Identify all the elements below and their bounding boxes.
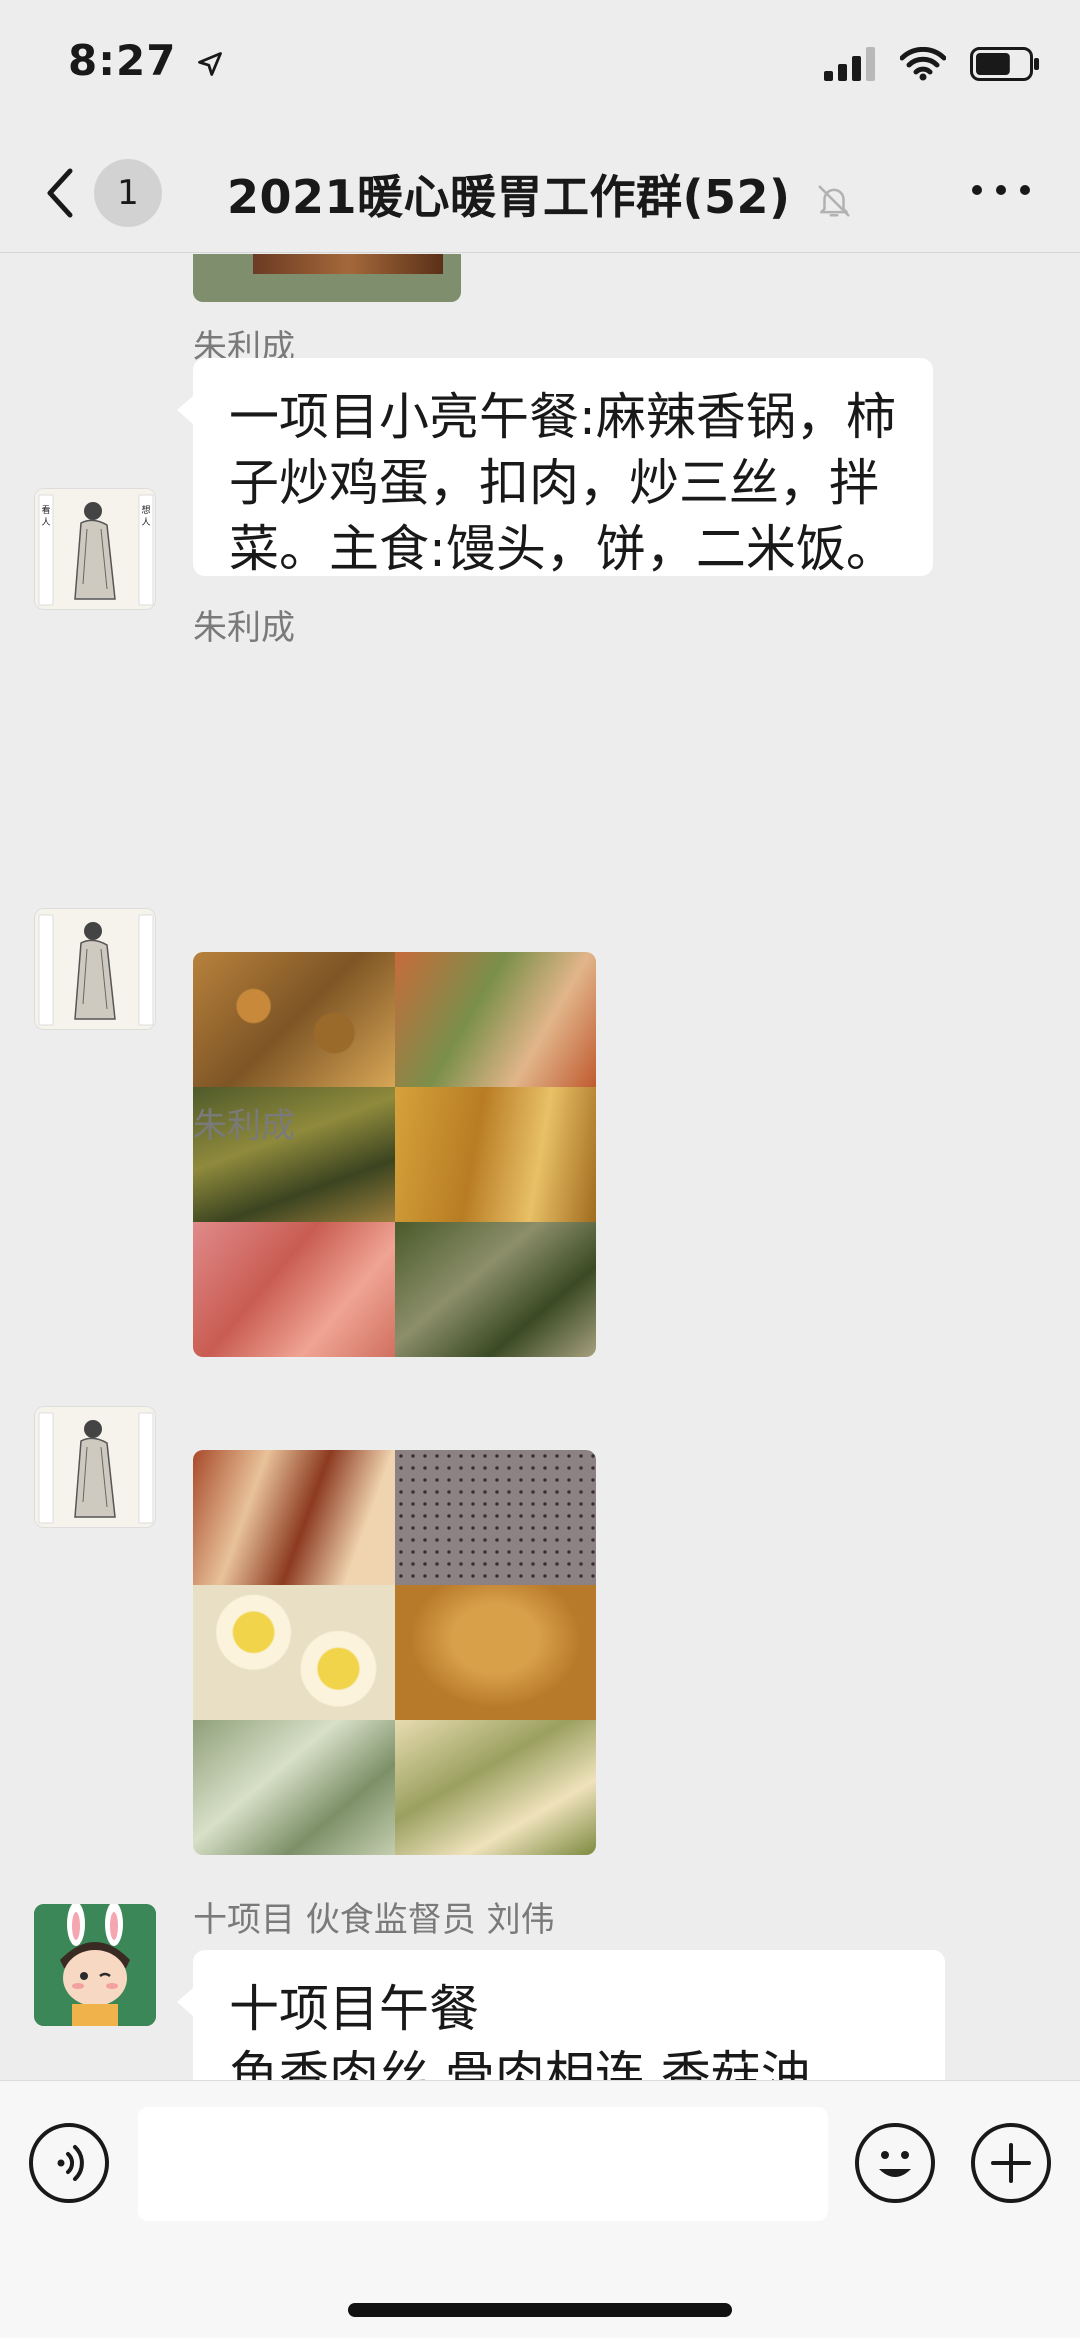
dot-icon bbox=[996, 185, 1006, 195]
previous-image-message[interactable] bbox=[193, 254, 461, 302]
message-input[interactable] bbox=[138, 2107, 828, 2221]
avatar[interactable] bbox=[34, 908, 156, 1030]
mute-bell-icon bbox=[818, 184, 850, 217]
avatar[interactable] bbox=[34, 1406, 156, 1528]
scroll-painting-avatar-icon: 看 人 想 人 bbox=[35, 489, 155, 609]
status-time: 8:27 bbox=[68, 36, 224, 85]
food-photo bbox=[193, 1585, 395, 1720]
message-input-bar bbox=[0, 2080, 1080, 2338]
location-arrow-icon bbox=[198, 51, 222, 76]
food-photo bbox=[394, 952, 596, 1087]
image-message[interactable] bbox=[193, 1450, 596, 1855]
svg-text:人: 人 bbox=[41, 517, 50, 528]
message-text: 鱼香肉丝 骨肉相连 香菇油 bbox=[229, 2046, 811, 2080]
voice-wave-icon bbox=[57, 2145, 84, 2181]
message-text: 十项目午餐 bbox=[229, 1980, 479, 2038]
chat-message-list[interactable]: 星期三 下午12:21 看 人 想 人 朱利成 一项目小亮午餐:麻辣香锅，柿子炒… bbox=[0, 254, 1080, 2080]
dot-icon bbox=[1020, 185, 1030, 195]
food-photo bbox=[193, 1222, 395, 1357]
food-photo bbox=[394, 1222, 596, 1357]
food-photo bbox=[394, 1720, 596, 1855]
plus-icon bbox=[991, 2143, 1031, 2183]
text-message-bubble[interactable]: 一项目小亮午餐:麻辣香锅，柿子炒鸡蛋，扣肉，炒三丝，拌菜。主食:馒头，饼，二米饭… bbox=[177, 358, 933, 578]
scroll-painting-avatar-icon bbox=[35, 909, 155, 1029]
battery-icon bbox=[970, 47, 1039, 81]
avatar[interactable]: 看 人 想 人 bbox=[34, 488, 156, 610]
smiley-face-icon bbox=[879, 2151, 911, 2177]
svg-text:人: 人 bbox=[141, 517, 150, 528]
voice-input-button[interactable] bbox=[29, 2123, 109, 2203]
svg-text:看: 看 bbox=[41, 504, 50, 516]
emoji-button[interactable] bbox=[855, 2123, 935, 2203]
cellular-signal-icon bbox=[824, 47, 875, 81]
status-indicators bbox=[824, 44, 1040, 84]
food-photo bbox=[193, 952, 395, 1087]
more-options-button[interactable] bbox=[972, 185, 1030, 195]
food-photo bbox=[193, 1450, 395, 1585]
wifi-icon bbox=[900, 47, 946, 81]
cartoon-bunny-avatar-icon bbox=[34, 1904, 156, 2026]
chat-title: 2021暖心暖胃工作群(52) bbox=[0, 161, 1080, 227]
food-photo bbox=[394, 1450, 596, 1585]
food-photo bbox=[394, 1087, 596, 1222]
svg-text:想: 想 bbox=[141, 504, 150, 516]
dot-icon bbox=[972, 185, 982, 195]
status-bar: 8:27 bbox=[0, 0, 1080, 135]
text-message-bubble[interactable]: 十项目午餐 鱼香肉丝 骨肉相连 香菇油 bbox=[177, 1950, 945, 2080]
scroll-painting-avatar-icon bbox=[35, 1407, 155, 1527]
message-text: 一项目小亮午餐:麻辣香锅，柿子炒鸡蛋，扣肉，炒三丝，拌菜。主食:馒头，饼，二米饭… bbox=[229, 388, 896, 578]
chat-header: 1 2021暖心暖胃工作群(52) bbox=[0, 135, 1080, 253]
sender-name: 朱利成 bbox=[193, 608, 295, 648]
food-photo bbox=[394, 1585, 596, 1720]
sender-name: 朱利成 bbox=[193, 1106, 295, 1146]
food-photo bbox=[193, 1720, 395, 1855]
more-functions-button[interactable] bbox=[971, 2123, 1051, 2203]
home-indicator bbox=[348, 2303, 732, 2317]
image-message[interactable] bbox=[193, 952, 596, 1357]
sender-name: 十项目 伙食监督员 刘伟 bbox=[193, 1900, 555, 1940]
avatar[interactable] bbox=[34, 1904, 156, 2026]
